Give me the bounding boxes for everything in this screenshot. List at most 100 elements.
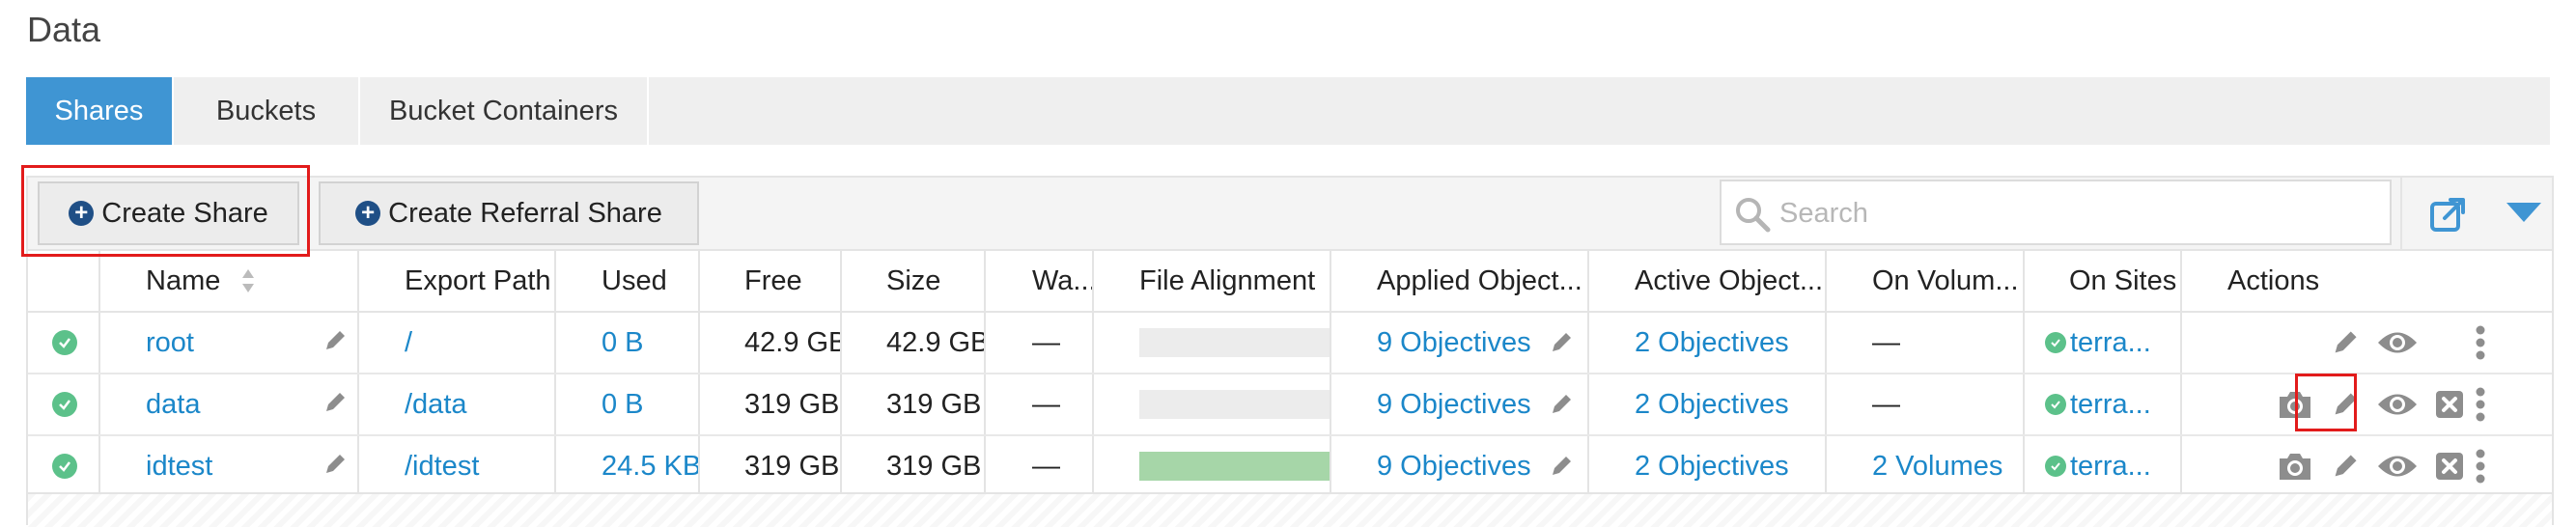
tab-shares[interactable]: Shares [26,77,174,145]
snapshot-camera-icon[interactable] [2276,374,2314,434]
column-menu-button[interactable] [2495,178,2552,249]
file-alignment-cell [1094,374,1331,434]
pencil-icon[interactable] [1549,392,1574,425]
free-value: 319 GB [700,436,842,496]
delete-close-icon[interactable] [2435,374,2464,434]
applied-objectives-link[interactable]: 9 Objectives [1377,389,1531,421]
pencil-icon[interactable] [1549,454,1574,486]
pencil-icon[interactable] [322,328,348,361]
site-link[interactable]: terra... [2070,327,2151,359]
pencil-icon[interactable] [1549,330,1574,363]
column-header-used[interactable]: Used [556,251,700,311]
volumes-value[interactable]: — [1872,389,1900,421]
active-objectives-link[interactable]: 2 Objectives [1589,313,1827,373]
export-path-link[interactable]: / [359,313,556,373]
view-eye-icon[interactable] [2376,374,2419,434]
edit-pencil-icon[interactable] [2331,436,2360,496]
file-alignment-bar [1139,328,1330,357]
status-cell [28,313,100,373]
more-options-icon[interactable] [2475,374,2486,434]
status-column-header [28,251,100,311]
create-share-button[interactable]: + Create Share [38,181,299,245]
column-header-on-volumes[interactable]: On Volum... [1827,251,2025,311]
share-name-link[interactable]: data [146,389,200,421]
plus-circle-icon: + [69,201,95,226]
actions-cell [2182,313,2552,373]
share-name-link[interactable]: idtest [146,451,212,483]
edit-pencil-icon[interactable] [2331,374,2360,434]
column-header-free[interactable]: Free [700,251,842,311]
status-cell [28,436,100,496]
site-status-icon [2045,394,2066,415]
file-alignment-cell [1094,436,1331,496]
file-alignment-bar [1139,390,1330,419]
search-icon [1736,198,1771,233]
create-share-label: Create Share [101,197,268,229]
column-header-export-path[interactable]: Export Path [359,251,556,311]
wa-value: — [986,313,1094,373]
volumes-value[interactable]: — [1872,327,1900,359]
size-value: 319 GB [842,374,986,434]
status-ok-icon [52,454,77,479]
applied-objectives-link[interactable]: 9 Objectives [1377,451,1531,483]
search-box [1720,180,2392,245]
applied-objectives-link[interactable]: 9 Objectives [1377,327,1531,359]
share-name-link[interactable]: root [146,327,194,359]
site-link[interactable]: terra... [2070,451,2151,483]
column-header-applied-objectives[interactable]: Applied Object... [1331,251,1589,311]
free-value: 319 GB [700,374,842,434]
plus-circle-icon: + [355,201,381,226]
status-cell [28,374,100,434]
table-row[interactable]: data /data 0 B 319 GB 319 GB — 9 Objecti… [28,374,2552,436]
volumes-cell: — [1827,374,2025,434]
column-header-on-sites[interactable]: On Sites [2025,251,2182,311]
view-eye-icon[interactable] [2376,436,2419,496]
file-alignment-bar [1139,452,1330,481]
file-alignment-cell [1094,313,1331,373]
volumes-value[interactable]: 2 Volumes [1872,451,2002,483]
column-header-active-objectives[interactable]: Active Object... [1589,251,1827,311]
active-objectives-link[interactable]: 2 Objectives [1589,374,1827,434]
used-link[interactable]: 0 B [556,374,700,434]
used-link[interactable]: 24.5 KB [556,436,700,496]
shares-panel: + Create Share + Create Referral Share S… [26,176,2554,527]
table-row[interactable]: idtest /idtest 24.5 KB 319 GB 319 GB — 9… [28,436,2552,498]
name-cell: idtest [100,436,359,496]
column-header-name[interactable]: Name [100,251,359,311]
pencil-icon[interactable] [322,390,348,423]
wa-value: — [986,436,1094,496]
site-link[interactable]: terra... [2070,389,2151,421]
sites-cell: terra... [2025,374,2182,434]
tab-buckets[interactable]: Buckets [174,77,360,145]
pencil-icon[interactable] [322,452,348,485]
external-link-icon [2430,198,2465,232]
used-link[interactable]: 0 B [556,313,700,373]
column-header-label: Name [146,264,221,296]
actions-cell [2182,436,2552,496]
create-referral-share-button[interactable]: + Create Referral Share [319,181,699,245]
export-button[interactable] [2400,178,2494,249]
export-path-link[interactable]: /idtest [359,436,556,496]
volumes-cell: — [1827,313,2025,373]
column-header-size[interactable]: Size [842,251,986,311]
snapshot-camera-icon[interactable] [2276,436,2314,496]
delete-close-icon[interactable] [2435,436,2464,496]
tab-bucket-containers[interactable]: Bucket Containers [360,77,649,145]
site-status-icon [2045,456,2066,477]
column-header-file-alignment[interactable]: File Alignment [1094,251,1331,311]
column-header-wa[interactable]: Wa... [986,251,1094,311]
more-options-icon[interactable] [2475,313,2486,373]
volumes-cell: 2 Volumes [1827,436,2025,496]
status-ok-icon [52,330,77,355]
table-row[interactable]: root / 0 B 42.9 GB 42.9 GB — 9 Objective… [28,313,2552,374]
size-value: 42.9 GB [842,313,986,373]
view-eye-icon[interactable] [2376,313,2419,373]
applied-objectives-cell: 9 Objectives [1331,313,1589,373]
table-footer-area [28,492,2552,527]
more-options-icon[interactable] [2475,436,2486,496]
column-header-actions: Actions [2227,264,2320,296]
export-path-link[interactable]: /data [359,374,556,434]
edit-pencil-icon[interactable] [2331,313,2360,373]
search-input[interactable] [1778,189,2361,237]
active-objectives-link[interactable]: 2 Objectives [1589,436,1827,496]
